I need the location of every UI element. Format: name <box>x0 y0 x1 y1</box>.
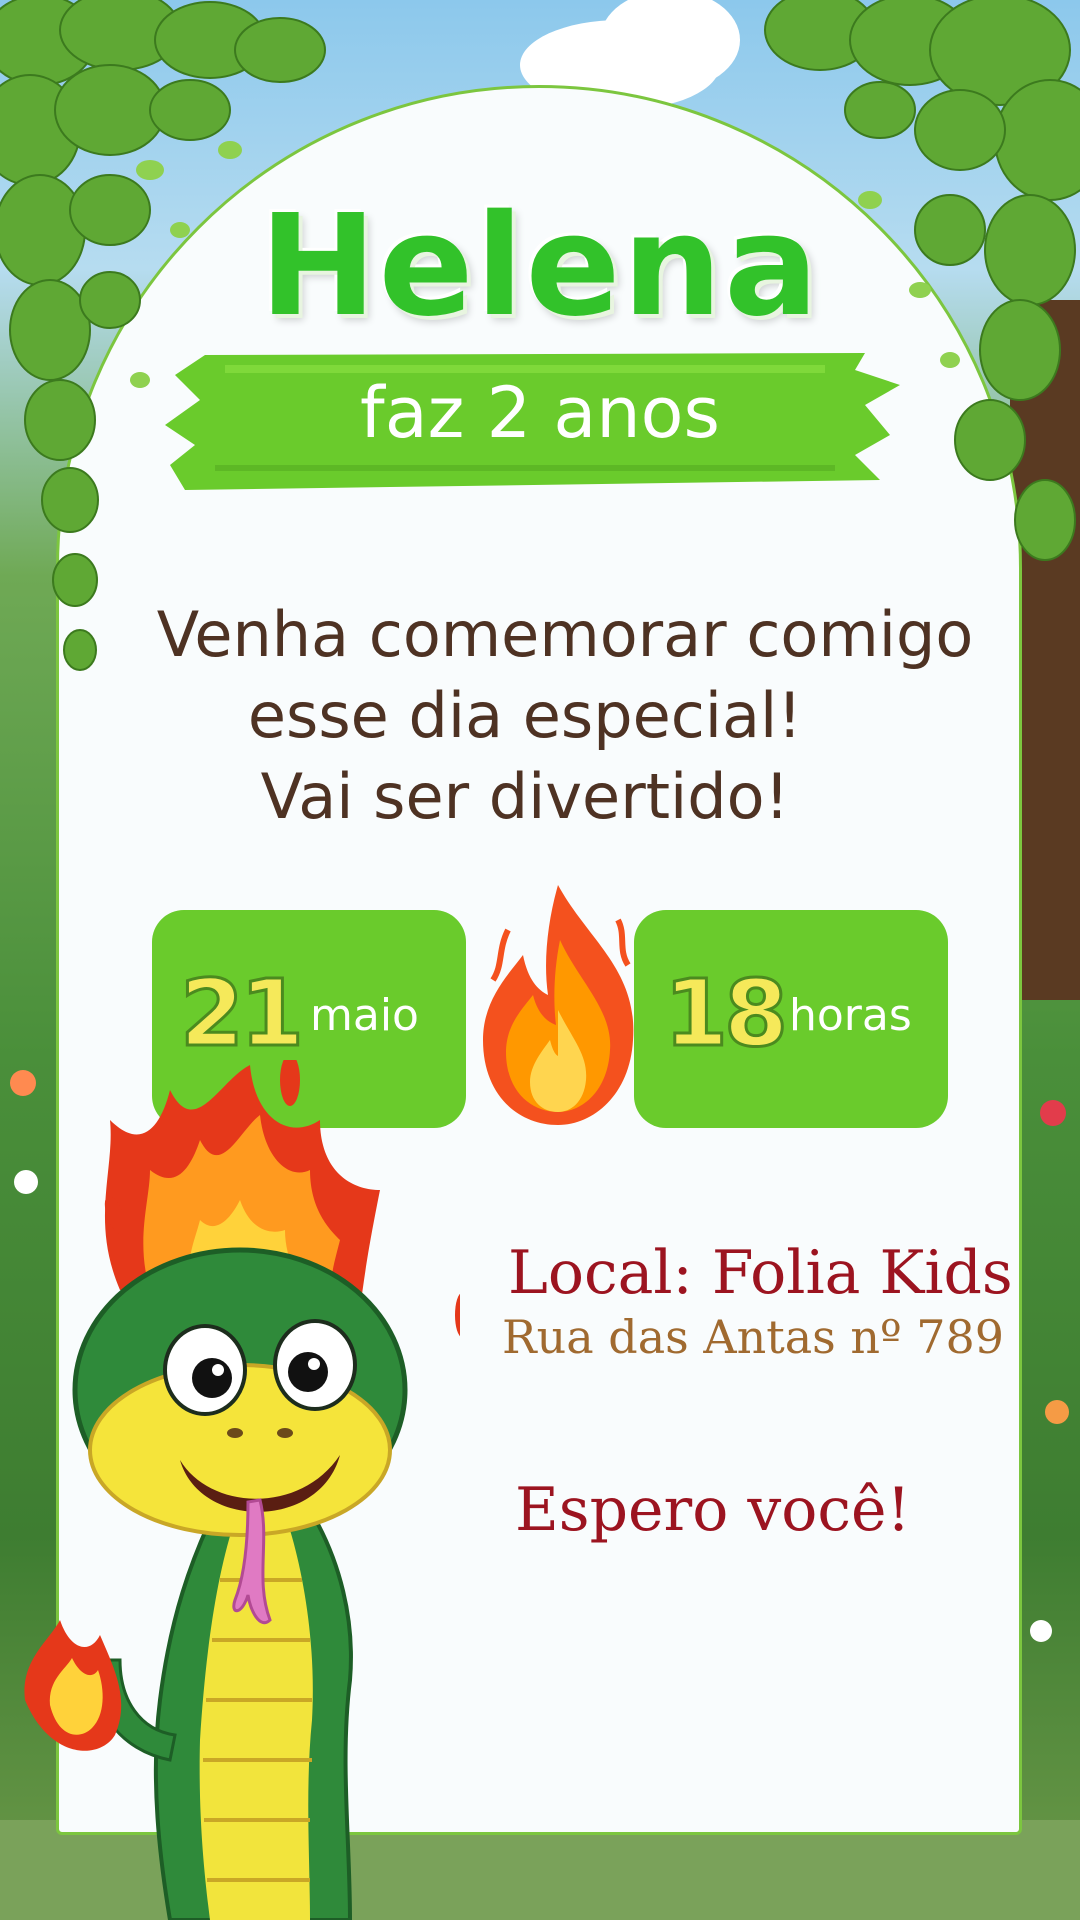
fire-snake-mascot <box>24 1060 460 1920</box>
flower <box>1030 1620 1052 1642</box>
date-month: maio <box>310 990 419 1041</box>
date-day: 21 <box>178 959 305 1069</box>
child-name-title: Helena <box>259 185 821 348</box>
time-hour: 18 <box>662 959 789 1069</box>
closing-text: Espero você! <box>515 1475 911 1545</box>
time-box: 18 horas <box>634 910 948 1128</box>
fire-icon <box>483 885 634 1125</box>
message-line-2: esse dia especial! <box>247 679 803 752</box>
age-subtitle: faz 2 anos <box>360 372 720 454</box>
flower <box>1045 1400 1069 1424</box>
message-line-3: Vai ser divertido! <box>260 760 790 833</box>
location-title: Local: Folia Kids <box>508 1238 1013 1308</box>
flower <box>1040 1100 1066 1126</box>
time-unit: horas <box>789 990 912 1041</box>
message-line-1: Venha comemorar comigo <box>156 598 974 671</box>
location-address: Rua das Antas nº 789 <box>502 1310 1005 1364</box>
